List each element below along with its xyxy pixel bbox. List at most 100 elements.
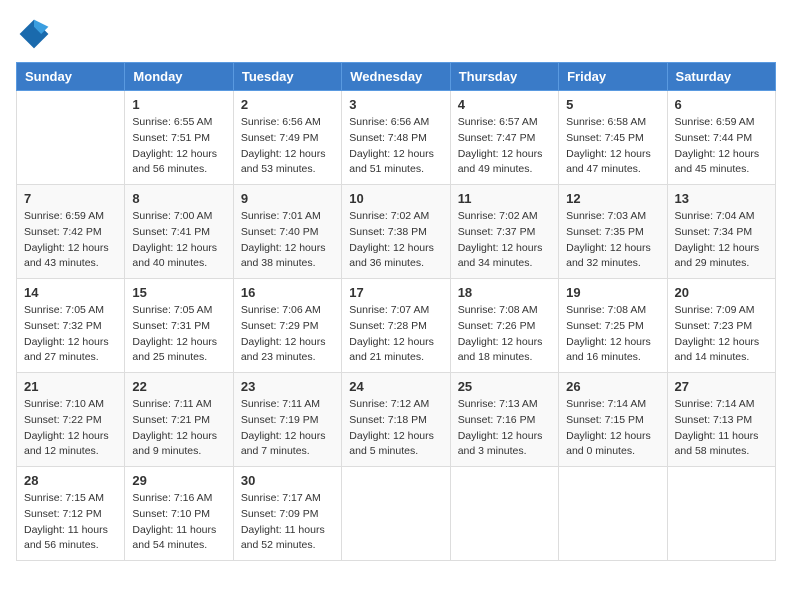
- calendar-day-30: 30 Sunrise: 7:17 AMSunset: 7:09 PMDayligh…: [233, 467, 341, 561]
- day-info: Sunrise: 6:57 AMSunset: 7:47 PMDaylight:…: [458, 115, 551, 178]
- calendar-day-29: 29Sunrise: 7:16 AMSunset: 7:10 PMDayligh…: [125, 467, 233, 561]
- empty-cell: [342, 467, 450, 561]
- calendar-day-12: 12 Sunrise: 7:03 AMSunset: 7:35 PMDayligh…: [559, 185, 667, 279]
- calendar-day-9: 9 Sunrise: 7:01 AMSunset: 7:40 PMDaylight…: [233, 185, 341, 279]
- day-info: Sunrise: 6:55 AMSunset: 7:51 PMDaylight:…: [132, 115, 225, 178]
- weekday-header-tuesday: Tuesday: [233, 63, 341, 91]
- weekday-header-thursday: Thursday: [450, 63, 558, 91]
- day-number: 27: [675, 379, 768, 394]
- day-number: 12: [566, 191, 659, 206]
- day-info: Sunrise: 7:06 AMSunset: 7:29 PMDaylight:…: [241, 303, 334, 366]
- day-number: 28: [24, 473, 117, 488]
- day-info: Sunrise: 7:11 AMSunset: 7:21 PMDaylight:…: [132, 397, 225, 460]
- calendar-day-3: 3 Sunrise: 6:56 AMSunset: 7:48 PMDaylight…: [342, 91, 450, 185]
- day-number: 16: [241, 285, 334, 300]
- calendar-day-20: 20Sunrise: 7:09 AMSunset: 7:23 PMDayligh…: [667, 279, 775, 373]
- calendar-day-21: 21Sunrise: 7:10 AMSunset: 7:22 PMDayligh…: [17, 373, 125, 467]
- day-info: Sunrise: 6:59 AMSunset: 7:42 PMDaylight:…: [24, 209, 117, 272]
- weekday-header-row: SundayMondayTuesdayWednesdayThursdayFrid…: [17, 63, 776, 91]
- day-number: 4: [458, 97, 551, 112]
- day-number: 19: [566, 285, 659, 300]
- calendar-day-17: 17Sunrise: 7:07 AMSunset: 7:28 PMDayligh…: [342, 279, 450, 373]
- day-number: 15: [132, 285, 225, 300]
- calendar-day-15: 15 Sunrise: 7:05 AMSunset: 7:31 PMDayligh…: [125, 279, 233, 373]
- calendar-day-8: 8Sunrise: 7:00 AMSunset: 7:41 PMDaylight…: [125, 185, 233, 279]
- day-info: Sunrise: 7:16 AMSunset: 7:10 PMDaylight:…: [132, 491, 225, 554]
- calendar-day-13: 13 Sunrise: 7:04 AMSunset: 7:34 PMDayligh…: [667, 185, 775, 279]
- day-number: 25: [458, 379, 551, 394]
- day-info: Sunrise: 6:59 AMSunset: 7:44 PMDaylight:…: [675, 115, 768, 178]
- day-number: 26: [566, 379, 659, 394]
- day-info: Sunrise: 6:56 AMSunset: 7:48 PMDaylight:…: [349, 115, 442, 178]
- day-info: Sunrise: 7:08 AMSunset: 7:26 PMDaylight:…: [458, 303, 551, 366]
- day-info: Sunrise: 7:05 AMSunset: 7:31 PMDaylight:…: [132, 303, 225, 366]
- calendar: SundayMondayTuesdayWednesdayThursdayFrid…: [16, 62, 776, 561]
- day-number: 3: [349, 97, 442, 112]
- day-info: Sunrise: 7:11 AMSunset: 7:19 PMDaylight:…: [241, 397, 334, 460]
- calendar-week-5: 28 Sunrise: 7:15 AMSunset: 7:12 PMDayligh…: [17, 467, 776, 561]
- day-info: Sunrise: 7:14 AMSunset: 7:15 PMDaylight:…: [566, 397, 659, 460]
- calendar-day-7: 7 Sunrise: 6:59 AMSunset: 7:42 PMDaylight…: [17, 185, 125, 279]
- empty-cell: [450, 467, 558, 561]
- day-info: Sunrise: 7:04 AMSunset: 7:34 PMDaylight:…: [675, 209, 768, 272]
- logo-icon: [16, 16, 52, 52]
- day-info: Sunrise: 7:17 AMSunset: 7:09 PMDaylight:…: [241, 491, 334, 554]
- calendar-week-1: 1 Sunrise: 6:55 AMSunset: 7:51 PMDaylight…: [17, 91, 776, 185]
- calendar-day-24: 24Sunrise: 7:12 AMSunset: 7:18 PMDayligh…: [342, 373, 450, 467]
- calendar-day-27: 27 Sunrise: 7:14 AMSunset: 7:13 PMDayligh…: [667, 373, 775, 467]
- day-number: 9: [241, 191, 334, 206]
- day-info: Sunrise: 7:09 AMSunset: 7:23 PMDaylight:…: [675, 303, 768, 366]
- weekday-header-friday: Friday: [559, 63, 667, 91]
- day-info: Sunrise: 7:01 AMSunset: 7:40 PMDaylight:…: [241, 209, 334, 272]
- day-info: Sunrise: 6:58 AMSunset: 7:45 PMDaylight:…: [566, 115, 659, 178]
- day-info: Sunrise: 7:02 AMSunset: 7:38 PMDaylight:…: [349, 209, 442, 272]
- day-info: Sunrise: 7:00 AMSunset: 7:41 PMDaylight:…: [132, 209, 225, 272]
- calendar-day-1: 1 Sunrise: 6:55 AMSunset: 7:51 PMDaylight…: [125, 91, 233, 185]
- empty-cell: [17, 91, 125, 185]
- day-number: 13: [675, 191, 768, 206]
- calendar-day-18: 18 Sunrise: 7:08 AMSunset: 7:26 PMDayligh…: [450, 279, 558, 373]
- day-number: 23: [241, 379, 334, 394]
- day-number: 21: [24, 379, 117, 394]
- weekday-header-monday: Monday: [125, 63, 233, 91]
- day-number: 6: [675, 97, 768, 112]
- calendar-day-28: 28 Sunrise: 7:15 AMSunset: 7:12 PMDayligh…: [17, 467, 125, 561]
- day-info: Sunrise: 7:08 AMSunset: 7:25 PMDaylight:…: [566, 303, 659, 366]
- day-info: Sunrise: 6:56 AMSunset: 7:49 PMDaylight:…: [241, 115, 334, 178]
- day-info: Sunrise: 7:14 AMSunset: 7:13 PMDaylight:…: [675, 397, 768, 460]
- empty-cell: [559, 467, 667, 561]
- calendar-day-11: 11 Sunrise: 7:02 AMSunset: 7:37 PMDayligh…: [450, 185, 558, 279]
- calendar-week-3: 14 Sunrise: 7:05 AMSunset: 7:32 PMDayligh…: [17, 279, 776, 373]
- day-info: Sunrise: 7:13 AMSunset: 7:16 PMDaylight:…: [458, 397, 551, 460]
- calendar-day-26: 26 Sunrise: 7:14 AMSunset: 7:15 PMDayligh…: [559, 373, 667, 467]
- calendar-day-25: 25 Sunrise: 7:13 AMSunset: 7:16 PMDayligh…: [450, 373, 558, 467]
- day-number: 2: [241, 97, 334, 112]
- calendar-day-2: 2 Sunrise: 6:56 AMSunset: 7:49 PMDaylight…: [233, 91, 341, 185]
- weekday-header-saturday: Saturday: [667, 63, 775, 91]
- logo: [16, 16, 58, 52]
- calendar-day-14: 14 Sunrise: 7:05 AMSunset: 7:32 PMDayligh…: [17, 279, 125, 373]
- day-number: 5: [566, 97, 659, 112]
- weekday-header-wednesday: Wednesday: [342, 63, 450, 91]
- calendar-day-10: 10Sunrise: 7:02 AMSunset: 7:38 PMDayligh…: [342, 185, 450, 279]
- day-info: Sunrise: 7:05 AMSunset: 7:32 PMDaylight:…: [24, 303, 117, 366]
- day-number: 1: [132, 97, 225, 112]
- day-number: 7: [24, 191, 117, 206]
- day-info: Sunrise: 7:07 AMSunset: 7:28 PMDaylight:…: [349, 303, 442, 366]
- day-number: 30: [241, 473, 334, 488]
- day-info: Sunrise: 7:15 AMSunset: 7:12 PMDaylight:…: [24, 491, 117, 554]
- weekday-header-sunday: Sunday: [17, 63, 125, 91]
- calendar-day-6: 6 Sunrise: 6:59 AMSunset: 7:44 PMDaylight…: [667, 91, 775, 185]
- calendar-day-22: 22 Sunrise: 7:11 AMSunset: 7:21 PMDayligh…: [125, 373, 233, 467]
- day-number: 11: [458, 191, 551, 206]
- page-header: [16, 16, 776, 52]
- day-number: 22: [132, 379, 225, 394]
- day-info: Sunrise: 7:02 AMSunset: 7:37 PMDaylight:…: [458, 209, 551, 272]
- calendar-day-19: 19 Sunrise: 7:08 AMSunset: 7:25 PMDayligh…: [559, 279, 667, 373]
- calendar-week-2: 7 Sunrise: 6:59 AMSunset: 7:42 PMDaylight…: [17, 185, 776, 279]
- day-number: 14: [24, 285, 117, 300]
- day-info: Sunrise: 7:12 AMSunset: 7:18 PMDaylight:…: [349, 397, 442, 460]
- day-info: Sunrise: 7:03 AMSunset: 7:35 PMDaylight:…: [566, 209, 659, 272]
- day-number: 18: [458, 285, 551, 300]
- calendar-day-4: 4 Sunrise: 6:57 AMSunset: 7:47 PMDaylight…: [450, 91, 558, 185]
